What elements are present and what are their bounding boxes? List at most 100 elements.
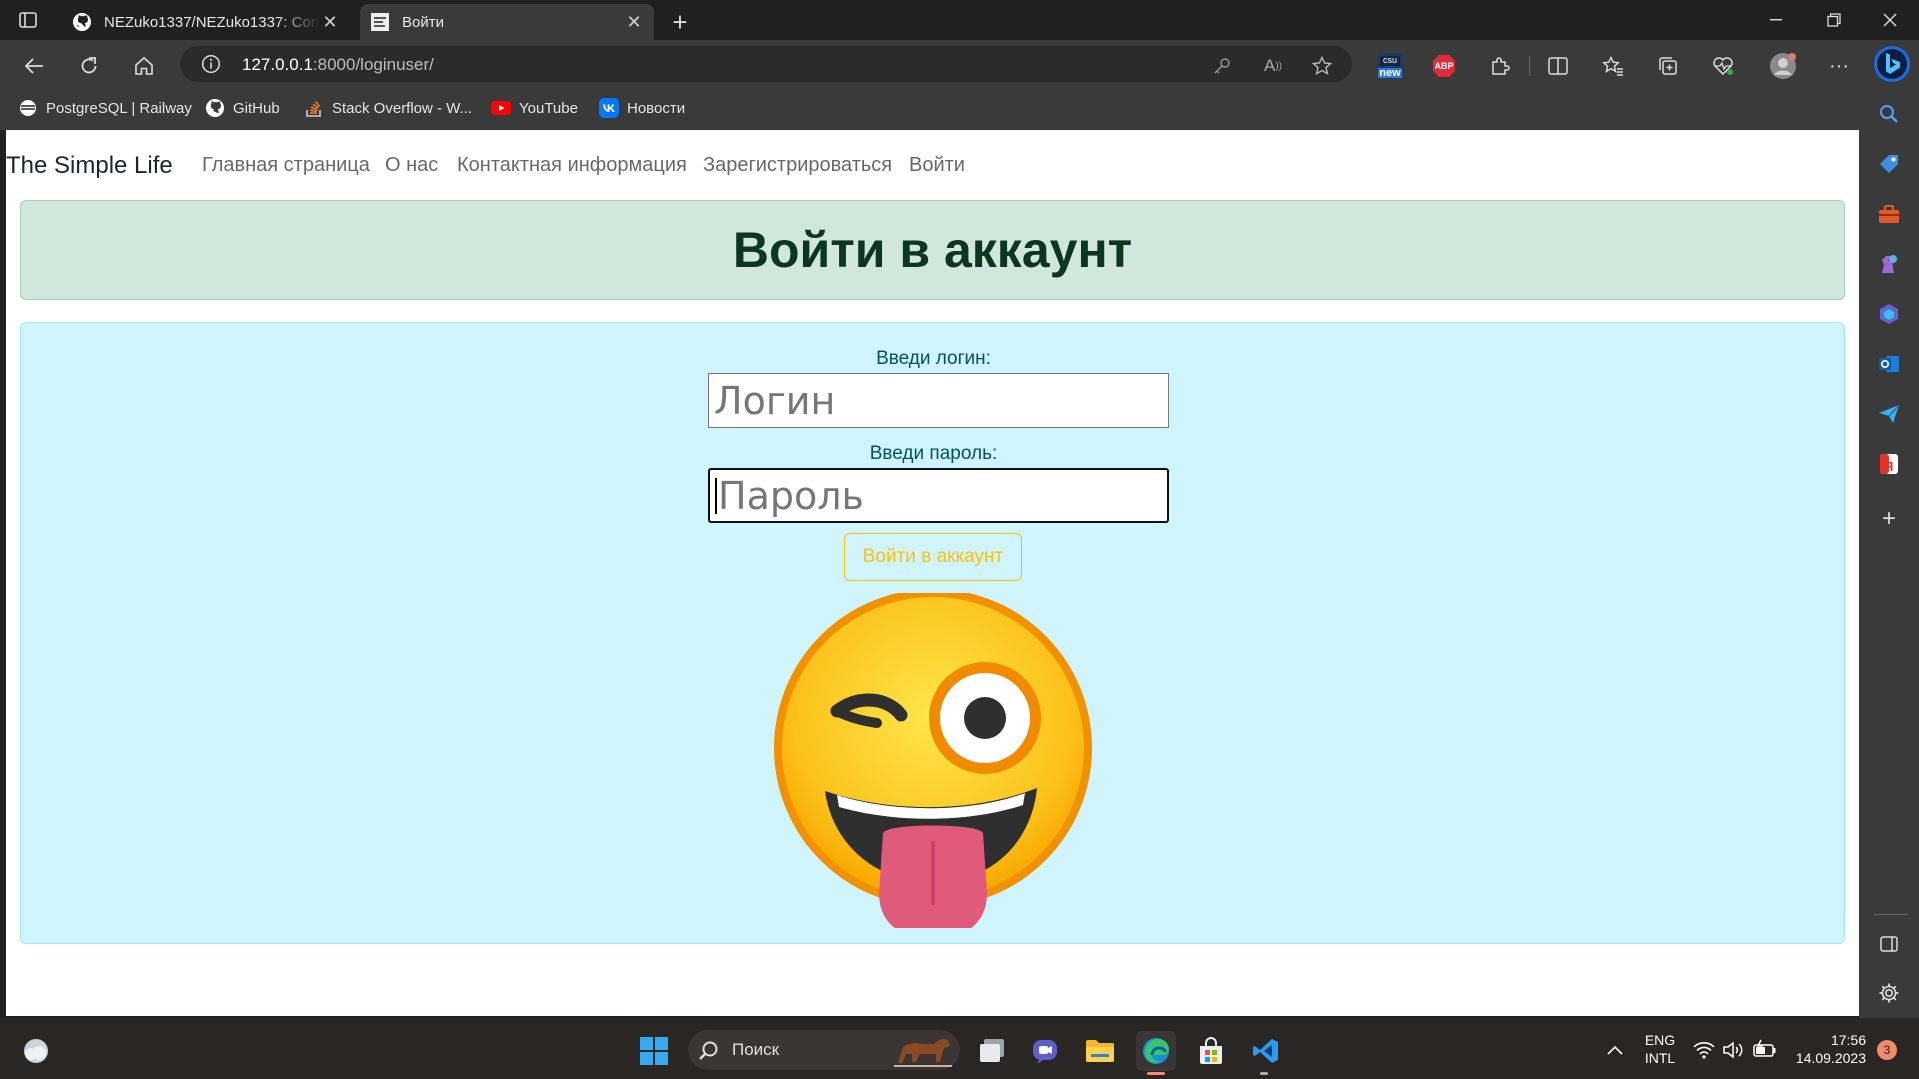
bookmark-label: YouTube <box>519 99 578 117</box>
refresh-icon[interactable] <box>73 50 105 82</box>
search-highlight-horse-icon <box>890 1032 956 1068</box>
sidebar-settings-gear-icon[interactable] <box>1877 981 1901 1005</box>
tab-login[interactable]: Войти ✕ <box>360 4 654 40</box>
bing-copilot-icon[interactable] <box>1872 44 1912 84</box>
youtube-icon <box>491 98 511 118</box>
search-icon[interactable] <box>1877 102 1901 126</box>
home-icon[interactable] <box>128 50 160 82</box>
shopping-tag-icon[interactable] <box>1877 152 1901 176</box>
bookmark-railway[interactable]: PostgreSQL | Railway <box>18 96 192 120</box>
login-input[interactable]: Логин <box>708 373 1169 428</box>
collections-icon[interactable] <box>1652 50 1684 82</box>
edge-sidebar <box>1859 88 1919 1018</box>
notification-badge[interactable]: 3 <box>1877 1040 1897 1060</box>
bookmark-label: Stack Overflow - W... <box>332 99 473 117</box>
language-code: ENG <box>1644 1032 1676 1048</box>
weather-widget-icon[interactable] <box>20 1036 52 1066</box>
add-sidebar-app-icon[interactable]: + <box>1877 505 1901 532</box>
new-tab-icon[interactable]: + <box>666 7 694 37</box>
clock[interactable]: 17:56 14.09.2023 <box>1790 1031 1866 1067</box>
url-host: 127.0.0.1 <box>242 55 313 74</box>
navbar-brand[interactable]: The Simple Life <box>6 152 173 180</box>
split-screen-icon[interactable] <box>1542 50 1574 82</box>
csu-badge-top: csu <box>1382 55 1397 65</box>
bookmark-github[interactable]: GitHub <box>205 96 280 120</box>
tab-actions-icon[interactable] <box>16 10 40 30</box>
close-tab-icon[interactable]: ✕ <box>320 12 340 32</box>
microsoft-store-icon[interactable] <box>1191 1031 1231 1071</box>
password-label: Введи пароль: <box>869 443 998 464</box>
heading-alert: Войти в аккаунт <box>20 200 1845 300</box>
input-language-indicator[interactable]: ENG INTL <box>1640 1031 1680 1067</box>
running-app-indicator <box>1260 1072 1268 1075</box>
web-page: The Simple Life Главная страница О нас К… <box>6 130 1859 1016</box>
close-window-icon[interactable] <box>1861 0 1919 40</box>
search-icon <box>698 1040 720 1062</box>
show-hidden-icons-chevron-icon[interactable] <box>1604 1040 1626 1060</box>
clock-time: 17:56 <box>1830 1032 1866 1048</box>
restore-icon[interactable] <box>1805 0 1863 40</box>
tools-icon[interactable] <box>1877 202 1901 226</box>
battery-charging-icon[interactable] <box>1752 1039 1778 1061</box>
more-menu-icon[interactable]: ··· <box>1823 50 1855 82</box>
nav-link-contacts[interactable]: Контактная информация <box>457 154 687 177</box>
tab-github[interactable]: NEZuko1337/NEZuko1337: Confi ✕ <box>62 4 350 40</box>
password-placeholder: Пароль <box>718 473 864 518</box>
search-placeholder: Поиск <box>732 1040 780 1059</box>
stackoverflow-icon <box>304 98 324 118</box>
bookmark-label: PostgreSQL | Railway <box>46 99 192 117</box>
winking-face-with-tongue-emoji-icon <box>773 593 1095 928</box>
read-aloud-icon[interactable]: A)) <box>1257 50 1289 82</box>
task-view-icon[interactable] <box>972 1031 1012 1071</box>
site-info-icon[interactable] <box>201 54 221 74</box>
nav-link-login[interactable]: Войти <box>909 154 965 177</box>
nav-link-about[interactable]: О нас <box>385 154 438 177</box>
minimize-icon[interactable] <box>1747 0 1805 40</box>
url-path: :8000/loginuser/ <box>312 55 434 74</box>
tab-label: Войти <box>402 13 444 31</box>
profile-avatar[interactable] <box>1767 50 1799 82</box>
microsoft-365-icon[interactable] <box>1877 302 1901 326</box>
teams-chat-icon[interactable] <box>1025 1031 1065 1071</box>
adblock-label: ABP <box>1434 61 1454 71</box>
page-title: Войти в аккаунт <box>732 222 1133 278</box>
key-icon[interactable] <box>1206 50 1238 82</box>
yandex-letter: Я <box>1884 459 1894 474</box>
performance-icon[interactable] <box>1707 50 1739 82</box>
favorites-icon[interactable] <box>1597 50 1629 82</box>
volume-icon[interactable] <box>1722 1039 1746 1061</box>
bookmark-stackoverflow[interactable]: Stack Overflow - W... <box>304 96 472 120</box>
nav-link-home[interactable]: Главная страница <box>202 154 370 177</box>
toolbar-divider <box>1529 56 1530 76</box>
active-app-indicator <box>1147 1072 1165 1075</box>
login-label: Введи логин: <box>876 348 991 369</box>
bookmark-youtube[interactable]: YouTube <box>491 96 578 120</box>
favorite-star-icon[interactable] <box>1306 50 1338 82</box>
hide-sidebar-icon[interactable] <box>1877 932 1901 956</box>
close-tab-icon[interactable]: ✕ <box>624 12 644 32</box>
edge-browser-icon[interactable] <box>1136 1031 1176 1071</box>
games-icon[interactable] <box>1877 252 1901 276</box>
outlook-icon[interactable] <box>1877 352 1901 376</box>
extensions-puzzle-icon[interactable] <box>1484 50 1516 82</box>
bookmark-vk-news[interactable]: Новости <box>599 96 685 120</box>
github-icon <box>205 98 225 118</box>
login-submit-button[interactable]: Войти в аккаунт <box>844 533 1022 581</box>
sidebar-divider <box>1874 914 1908 915</box>
tab-label: NEZuko1337/NEZuko1337: Confi <box>104 13 320 31</box>
clock-date: 14.09.2023 <box>1795 1050 1866 1066</box>
url-text[interactable]: 127.0.0.1:8000/loginuser/ <box>242 55 434 75</box>
start-windows-icon[interactable] <box>634 1031 674 1071</box>
send-icon[interactable] <box>1877 402 1901 426</box>
bookmark-label: GitHub <box>233 99 280 117</box>
wifi-icon[interactable] <box>1692 1039 1716 1061</box>
github-icon <box>72 12 92 32</box>
nav-link-register[interactable]: Зарегистрироваться <box>703 154 892 177</box>
back-icon[interactable] <box>18 50 50 82</box>
bookmarks-bar <box>0 88 1919 130</box>
bookmark-label: Новости <box>627 99 686 117</box>
password-input[interactable]: Пароль <box>708 468 1169 523</box>
file-explorer-icon[interactable] <box>1080 1031 1120 1071</box>
railway-icon <box>18 98 38 118</box>
vs-code-icon[interactable] <box>1246 1031 1286 1071</box>
